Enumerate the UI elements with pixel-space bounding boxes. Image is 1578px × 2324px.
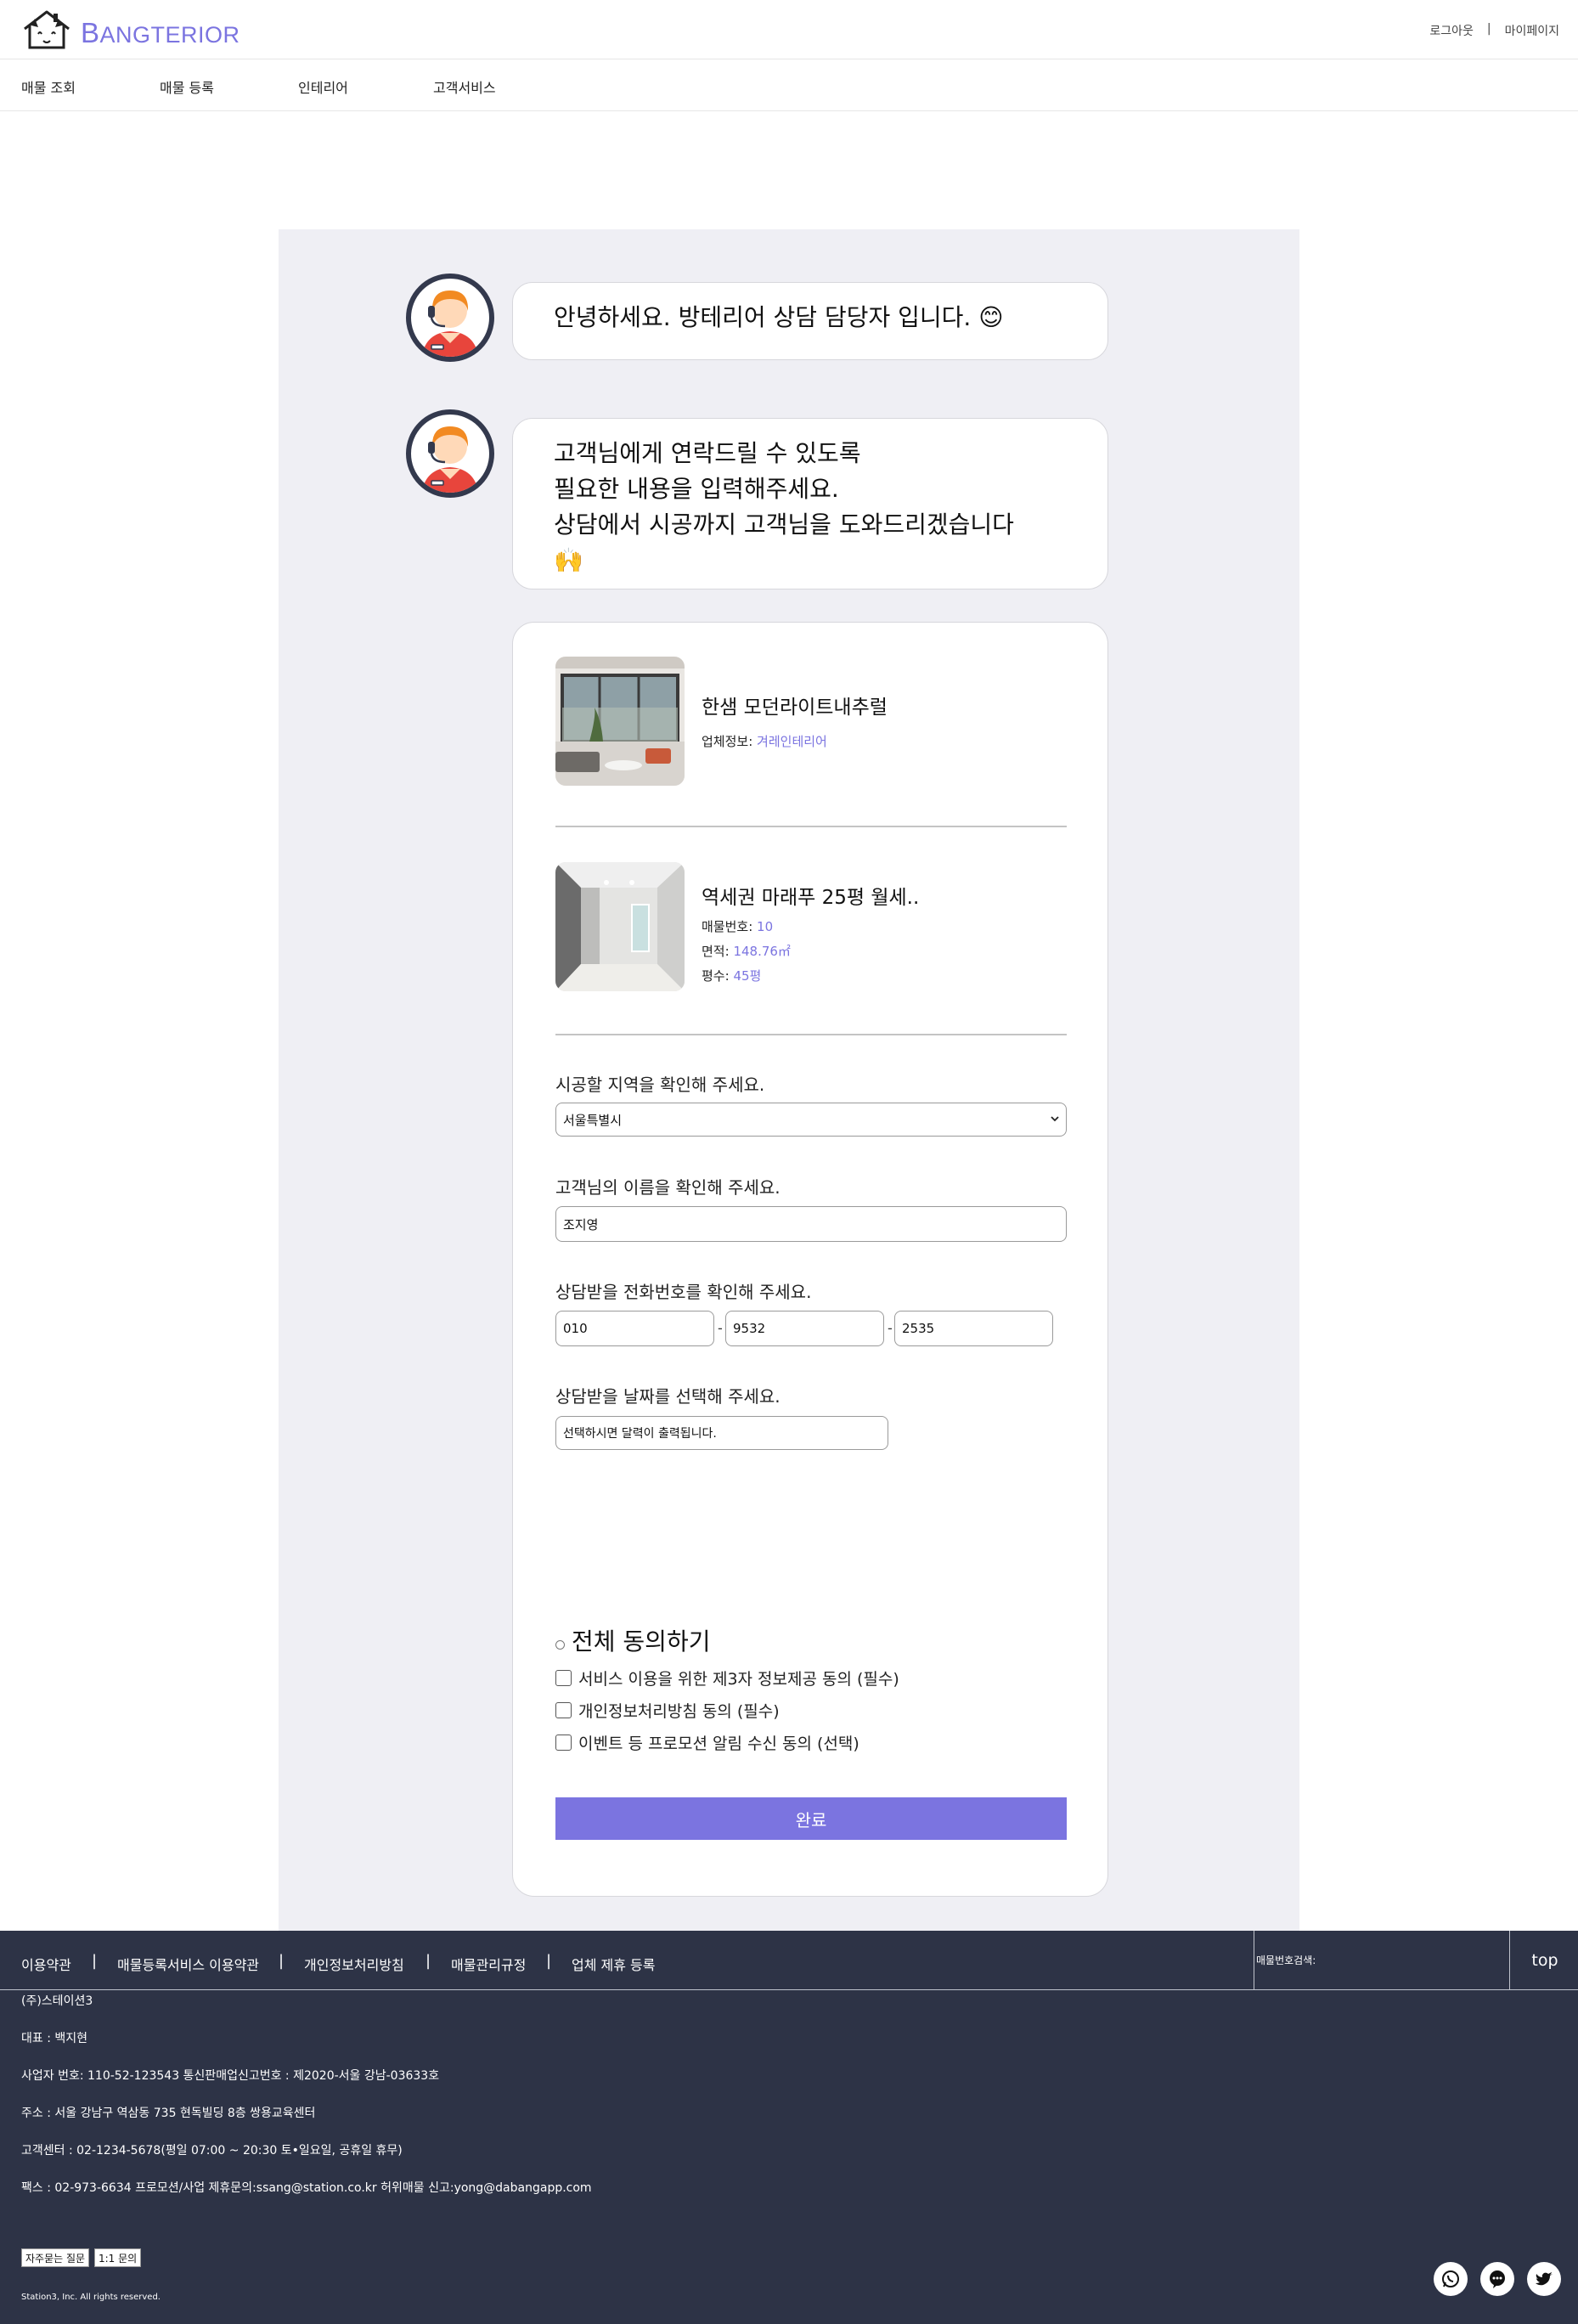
company-name: (주)스테이션3	[21, 1994, 93, 2008]
nav-item-customer-service[interactable]: 고객서비스	[433, 76, 496, 97]
search-label: 매물번호검색:	[1256, 1955, 1316, 1966]
footer-nav: 이용약관 | 매물등록서비스 이용약관 | 개인정보처리방침 | 매물관리규정 …	[0, 1931, 1578, 1990]
instruction-bubble: 고객님에게 연락드릴 수 있도록 필요한 내용을 입력해주세요. 상담에서 시공…	[512, 418, 1108, 589]
top-button[interactable]: top	[1512, 1931, 1578, 1990]
number-label: 매물번호:	[702, 919, 753, 934]
checkbox[interactable]	[555, 1702, 572, 1718]
checkbox[interactable]	[555, 1670, 572, 1686]
region-select[interactable]: 서울특별시	[555, 1103, 1067, 1137]
footer: 이용약관 | 매물등록서비스 이용약관 | 개인정보처리방침 | 매물관리규정 …	[0, 1931, 1578, 2324]
property-thumbnail	[555, 862, 685, 991]
instruction-line: 필요한 내용을 입력해주세요.	[554, 475, 839, 503]
footer-link-partner[interactable]: 업체 제휴 등록	[572, 1954, 656, 1974]
nav-item-property-register[interactable]: 매물 등록	[160, 76, 214, 97]
phone-label: 상담받을 전화번호를 확인해 주세요.	[555, 1282, 812, 1302]
name-label: 고객님의 이름을 확인해 주세요.	[555, 1177, 781, 1198]
inquiry-button[interactable]: 1:1 문의	[94, 2248, 142, 2267]
chevron-down-icon	[1051, 1116, 1059, 1122]
property-area: 면적: 148.76㎡	[702, 939, 919, 964]
interior-item: 한샘 모던라이트내추럴 업체정보: 겨레인테리어	[555, 657, 888, 786]
address-info: 주소 : 서울 강남구 역삼동 735 현독빌딩 8층 쌍용교육센터	[21, 2107, 316, 2120]
name-field[interactable]: 조지영	[555, 1206, 1067, 1242]
agent-avatar-icon	[406, 409, 494, 498]
number-value: 10	[757, 919, 774, 934]
region-selected-value: 서울특별시	[563, 1112, 623, 1128]
header: BANGTERIOR 로그아웃 | 마이페이지	[0, 0, 1578, 59]
interior-thumbnail	[555, 657, 685, 786]
house-logo-icon	[24, 10, 70, 49]
agreement-label: 서비스 이용을 위한 제3자 정보제공 동의 (필수)	[578, 1670, 899, 1689]
phone-field-3[interactable]: 2535	[894, 1311, 1053, 1346]
footer-separator: |	[425, 1952, 431, 1970]
agree-all-label: 전체 동의하기	[572, 1627, 711, 1656]
company-label: 업체정보:	[702, 734, 753, 749]
agreement-third-party[interactable]: 서비스 이용을 위한 제3자 정보제공 동의 (필수)	[555, 1667, 899, 1689]
instruction-line: 상담에서 시공까지 고객님을 도와드리겠습니다	[554, 510, 1014, 539]
date-picker-field[interactable]: 선택하시면 달력이 출력됩니다.	[555, 1416, 888, 1450]
phone-field-1[interactable]: 010	[555, 1311, 714, 1346]
property-pyeong: 평수: 45평	[702, 964, 919, 989]
property-item: 역세권 마래푸 25평 월세.. 매물번호: 10 면적: 148.76㎡ 평수…	[555, 862, 919, 991]
divider	[555, 826, 1067, 827]
company-info: 업체정보: 겨레인테리어	[702, 730, 888, 754]
company-value[interactable]: 겨레인테리어	[757, 734, 827, 749]
pyeong-value: 45평	[733, 968, 762, 984]
phone-dash: -	[888, 1320, 893, 1336]
footer-link-privacy[interactable]: 개인정보처리방침	[304, 1954, 404, 1974]
request-form-card: 한샘 모던라이트내추럴 업체정보: 겨레인테리어 역세권 마래푸 25평 월세.…	[512, 622, 1108, 1897]
logo-text: BANGTERIOR	[81, 17, 240, 48]
footer-separator: |	[92, 1952, 98, 1970]
agreement-privacy[interactable]: 개인정보처리방침 동의 (필수)	[555, 1699, 780, 1722]
main-nav: 매물 조회 매물 등록 인테리어 고객서비스	[0, 60, 1578, 111]
date-label: 상담받을 날짜를 선택해 주세요.	[555, 1386, 781, 1407]
footer-separator: |	[279, 1952, 285, 1970]
ceo-info: 대표 : 백지현	[21, 2032, 88, 2045]
fax-info: 팩스 : 02-973-6634 프로모션/사업 제휴문의:ssang@stat…	[21, 2181, 592, 2195]
mypage-link[interactable]: 마이페이지	[1505, 22, 1559, 39]
submit-button[interactable]: 완료	[555, 1797, 1067, 1840]
whatsapp-icon[interactable]	[1434, 2262, 1468, 2296]
top-links: 로그아웃 | 마이페이지	[1429, 22, 1559, 39]
logo[interactable]: BANGTERIOR	[21, 8, 240, 51]
area-value: 148.76㎡	[733, 944, 791, 959]
nav-item-interior[interactable]: 인테리어	[298, 76, 348, 97]
copyright: Station3, Inc. All rights reserved.	[21, 2293, 161, 2302]
agreement-promotion[interactable]: 이벤트 등 프로모션 알림 수신 동의 (선택)	[555, 1731, 859, 1754]
footer-link-terms[interactable]: 이용약관	[21, 1954, 71, 1974]
chat-icon[interactable]	[1480, 2262, 1514, 2296]
nav-item-property-search[interactable]: 매물 조회	[21, 76, 76, 97]
interior-info: 한샘 모던라이트내추럴 업체정보: 겨레인테리어	[702, 657, 888, 786]
footer-link-listing-rules[interactable]: 매물관리규정	[451, 1954, 526, 1974]
footer-link-listing-terms[interactable]: 매물등록서비스 이용약관	[117, 1954, 259, 1974]
phone-dash: -	[718, 1320, 723, 1336]
property-title: 역세권 마래푸 25평 월세..	[702, 887, 920, 909]
interior-title: 한샘 모던라이트내추럴	[702, 697, 888, 719]
region-label: 시공할 지역을 확인해 주세요.	[555, 1075, 765, 1095]
agent-avatar-icon	[406, 274, 494, 362]
agree-all[interactable]: 전체 동의하기	[555, 1623, 710, 1657]
twitter-icon[interactable]	[1527, 2262, 1561, 2296]
agreement-label: 이벤트 등 프로모션 알림 수신 동의 (선택)	[578, 1735, 859, 1753]
listing-number-search[interactable]: 매물번호검색:	[1254, 1931, 1510, 1990]
phone-field-2[interactable]: 9532	[725, 1311, 884, 1346]
instruction-emoji: 🙌	[554, 546, 583, 574]
top-link-separator: |	[1486, 22, 1491, 36]
checkbox[interactable]	[555, 1735, 572, 1751]
cs-info: 고객센터 : 02-1234-5678(평일 07:00 ~ 20:30 토•일…	[21, 2144, 403, 2158]
area-label: 면적:	[702, 944, 730, 959]
instruction-line: 고객님에게 연락드릴 수 있도록	[554, 439, 861, 467]
property-number: 매물번호: 10	[702, 915, 919, 939]
agreement-label: 개인정보처리방침 동의 (필수)	[578, 1702, 780, 1721]
business-info: 사업자 번호: 110-52-123543 통신판매업신고번호 : 제2020-…	[21, 2069, 440, 2083]
property-info: 역세권 마래푸 25평 월세.. 매물번호: 10 면적: 148.76㎡ 평수…	[702, 862, 919, 991]
property-meta: 매물번호: 10 면적: 148.76㎡ 평수: 45평	[702, 915, 919, 989]
footer-separator: |	[546, 1952, 552, 1970]
divider	[555, 1034, 1067, 1035]
greeting-text: 안녕하세요. 방테리어 상담 담당자 입니다. 😊	[554, 303, 1004, 331]
greeting-bubble: 안녕하세요. 방테리어 상담 담당자 입니다. 😊	[512, 282, 1108, 360]
pyeong-label: 평수:	[702, 968, 730, 984]
logout-link[interactable]: 로그아웃	[1429, 22, 1474, 39]
agree-all-radio[interactable]	[555, 1639, 565, 1650]
faq-button[interactable]: 자주묻는 질문	[21, 2248, 90, 2267]
